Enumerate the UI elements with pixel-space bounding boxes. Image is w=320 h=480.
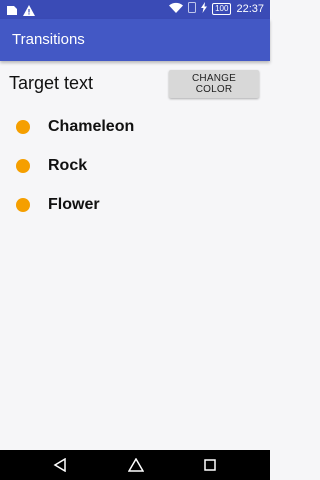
list-item-chameleon: Chameleon xyxy=(16,116,134,138)
orange-dot-icon xyxy=(16,120,30,134)
battery-level: 100 xyxy=(212,3,232,15)
change-color-button[interactable]: CHANGE COLOR xyxy=(169,70,259,98)
list-item-flower: Flower xyxy=(16,194,100,216)
orange-dot-icon xyxy=(16,198,30,212)
main-content: Target text CHANGE COLOR Chameleon Rock … xyxy=(0,61,270,450)
wifi-icon xyxy=(169,2,184,16)
list-item-rock: Rock xyxy=(16,155,87,177)
clock-time: 22:37 xyxy=(236,3,264,15)
sim-card-icon xyxy=(188,2,197,16)
target-text: Target text xyxy=(9,73,94,93)
item-label: Rock xyxy=(48,157,88,174)
navigation-bar xyxy=(0,450,270,480)
recents-icon[interactable] xyxy=(204,458,216,476)
status-bar: 100 22:37 xyxy=(0,0,270,19)
home-icon[interactable] xyxy=(127,457,145,477)
back-icon[interactable] xyxy=(53,457,67,477)
item-label: Flower xyxy=(48,196,100,213)
charging-icon xyxy=(201,2,208,16)
orange-dot-icon xyxy=(16,159,30,173)
app-title: Transitions xyxy=(12,31,85,48)
app-bar: Transitions xyxy=(0,19,270,61)
item-label: Chameleon xyxy=(48,118,135,135)
